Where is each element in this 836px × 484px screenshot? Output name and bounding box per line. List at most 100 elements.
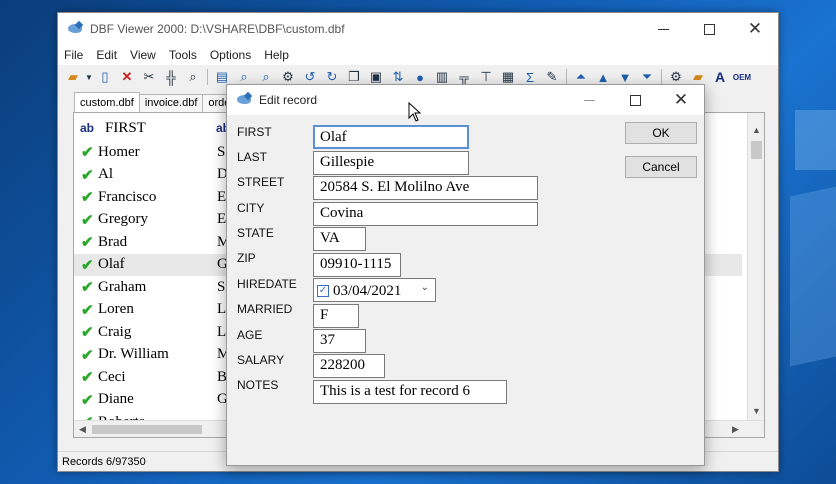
dropdown-arrow-icon[interactable]: ▼ <box>84 68 94 86</box>
label-salary: SALARY <box>237 353 285 367</box>
window-title: DBF Viewer 2000: D:\VSHARE\DBF\custom.db… <box>90 22 345 36</box>
checkmark-icon: ✔ <box>81 166 94 184</box>
font-icon[interactable]: A <box>709 68 731 86</box>
toolbar-divider <box>207 69 208 85</box>
menu-file[interactable]: File <box>64 48 83 62</box>
structure-icon[interactable]: ╬ <box>160 68 182 86</box>
find-icon[interactable]: ⌕ <box>182 68 204 86</box>
cancel-button[interactable]: Cancel <box>625 156 697 178</box>
menu-help[interactable]: Help <box>264 48 289 62</box>
cell-first[interactable]: Dr. William <box>98 346 216 363</box>
menu-edit[interactable]: Edit <box>96 48 117 62</box>
cell-first[interactable]: Francisco <box>98 189 216 206</box>
age-field[interactable]: 37 <box>313 329 366 353</box>
hiredate-value: 03/04/2021 <box>333 282 402 299</box>
married-field[interactable]: F <box>313 304 359 328</box>
label-notes: NOTES <box>237 378 279 392</box>
checkmark-icon: ✔ <box>81 234 94 252</box>
first-field[interactable]: Olaf <box>313 125 469 149</box>
hiredate-picker[interactable]: ✓ 03/04/2021 ⌄ <box>313 278 436 302</box>
label-first: FIRST <box>237 125 272 139</box>
label-street: STREET <box>237 175 285 189</box>
scroll-thumb[interactable] <box>751 141 762 159</box>
tab-invoice[interactable]: invoice.dbf <box>138 94 204 112</box>
checkmark-icon: ✔ <box>81 144 94 162</box>
cut-icon[interactable]: ✂ <box>138 68 160 86</box>
column-header-first[interactable]: FIRST <box>105 120 215 137</box>
scroll-thumb[interactable] <box>92 425 202 434</box>
dialog-title: Edit record <box>259 93 318 107</box>
checkmark-icon: ✔ <box>81 346 94 364</box>
scroll-up-icon[interactable]: ▲ <box>748 121 764 138</box>
dialog-minimize-button[interactable] <box>566 85 612 115</box>
maximize-icon <box>629 94 641 106</box>
checkmark-icon: ✔ <box>81 189 94 207</box>
menu-options[interactable]: Options <box>210 48 251 62</box>
vertical-scrollbar[interactable]: ▲ ▼ <box>747 113 764 421</box>
checkmark-icon: ✔ <box>81 279 94 297</box>
app-icon <box>237 91 253 107</box>
street-field[interactable]: 20584 S. El Molilno Ave <box>313 176 538 200</box>
main-titlebar[interactable]: DBF Viewer 2000: D:\VSHARE\DBF\custom.db… <box>58 13 778 45</box>
cell-first[interactable]: Olaf <box>98 256 216 273</box>
close-icon: ✕ <box>747 19 763 38</box>
state-field[interactable]: VA <box>313 227 366 251</box>
string-type-badge: ab <box>80 121 95 135</box>
label-state: STATE <box>237 226 274 240</box>
ok-button[interactable]: OK <box>625 122 697 144</box>
scroll-left-icon[interactable]: ◀ <box>74 421 91 437</box>
cell-first[interactable]: Ceci <box>98 369 216 386</box>
dialog-titlebar[interactable]: Edit record ✕ <box>227 85 704 115</box>
city-field[interactable]: Covina <box>313 202 538 226</box>
file-tabs: custom.dbf invoice.dbf order <box>74 92 241 112</box>
checkmark-icon: ✔ <box>81 324 94 342</box>
maximize-button[interactable] <box>686 13 732 45</box>
maximize-icon <box>703 23 715 35</box>
oem-icon[interactable]: OEM <box>731 68 753 86</box>
label-married: MARRIED <box>237 302 293 316</box>
cell-first[interactable]: Gregory <box>98 211 216 228</box>
toolbar-divider <box>566 69 567 85</box>
label-last: LAST <box>237 150 268 164</box>
scroll-down-icon[interactable]: ▼ <box>748 402 764 419</box>
notes-field[interactable]: This is a test for record 6 <box>313 380 507 404</box>
menu-view[interactable]: View <box>130 48 156 62</box>
cell-first[interactable]: Graham <box>98 279 216 296</box>
last-field[interactable]: Gillespie <box>313 151 469 175</box>
cell-first[interactable]: Brad <box>98 234 216 251</box>
cell-first[interactable]: Craig <box>98 324 216 341</box>
minimize-icon <box>657 28 669 30</box>
grid-header: ab FIRST <box>74 113 215 143</box>
open-folder-icon[interactable]: ▰ <box>62 68 84 86</box>
cell-first[interactable]: Loren <box>98 301 216 318</box>
app-icon <box>68 20 84 36</box>
minimize-button[interactable] <box>640 13 686 45</box>
salary-field[interactable]: 228200 <box>313 354 385 378</box>
new-file-icon[interactable]: ▯ <box>94 68 116 86</box>
checkmark-icon: ✔ <box>81 369 94 387</box>
tab-custom[interactable]: custom.dbf <box>74 92 140 112</box>
cell-first[interactable]: Al <box>98 166 216 183</box>
checkbox-checked-icon[interactable]: ✓ <box>317 285 329 297</box>
cell-first[interactable]: Diane <box>98 391 216 408</box>
close-button[interactable]: ✕ <box>732 13 778 45</box>
label-zip: ZIP <box>237 251 256 265</box>
scroll-right-icon[interactable]: ▶ <box>727 421 744 437</box>
menu-tools[interactable]: Tools <box>169 48 197 62</box>
dialog-maximize-button[interactable] <box>612 85 658 115</box>
delete-icon[interactable]: ✕ <box>116 68 138 86</box>
dialog-close-button[interactable]: ✕ <box>658 85 704 115</box>
label-hiredate: HIREDATE <box>237 277 297 291</box>
minimize-icon <box>583 99 595 101</box>
checkmark-icon: ✔ <box>81 391 94 409</box>
zip-field[interactable]: 09910-1115 <box>313 253 401 277</box>
desktop-light-beam <box>790 183 836 367</box>
chevron-down-icon[interactable]: ⌄ <box>421 282 429 293</box>
menu-bar: File Edit View Tools Options Help <box>58 45 778 65</box>
toolbar-divider <box>661 69 662 85</box>
mouse-cursor-icon <box>408 102 422 122</box>
close-icon: ✕ <box>673 90 689 109</box>
checkmark-icon: ✔ <box>81 211 94 229</box>
checkmark-icon: ✔ <box>81 256 94 274</box>
cell-first[interactable]: Homer <box>98 144 216 161</box>
